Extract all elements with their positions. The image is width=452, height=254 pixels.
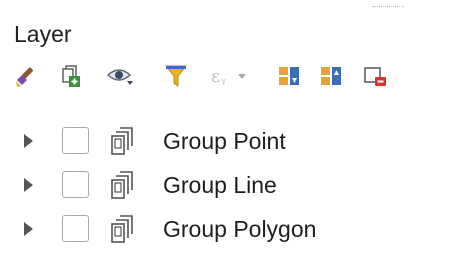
layer-group-icon [108,212,140,246]
expand-all-icon [276,63,302,89]
paintbrush-icon [13,63,39,89]
layer-visibility-checkbox[interactable] [62,127,89,154]
svg-text:ε: ε [211,66,220,87]
filter-legend-by-expression-button: ε Y [206,60,256,92]
expression-filter-dropdown-icon: ε Y [207,63,255,89]
tree-item-label: Group Polygon [163,216,317,242]
remove-layer-button[interactable] [359,60,391,92]
collapse-all-icon [318,63,344,89]
expand-all-button[interactable] [273,60,305,92]
open-layer-styling-button[interactable] [10,60,42,92]
layer-visibility-checkbox[interactable] [62,215,89,242]
expand-arrow-icon[interactable] [24,134,33,148]
tree-item-group-line[interactable]: Group Line [0,164,452,208]
svg-text:Y: Y [220,78,227,88]
tree-item-label: Group Line [163,172,277,198]
layer-group-icon [108,124,140,158]
tree-item-group-point[interactable]: Group Point [0,120,452,164]
layer-toolbar: ε Y [10,60,450,94]
layer-visibility-checkbox[interactable] [62,171,89,198]
add-group-button[interactable] [54,60,86,92]
tree-item-group-polygon[interactable]: Group Polygon [0,208,452,252]
collapse-all-button[interactable] [315,60,347,92]
filter-legend-button[interactable] [160,60,192,92]
panel-title: Layer [14,21,72,47]
tree-item-label: Group Point [163,128,286,154]
eye-dropdown-icon [105,63,145,89]
expand-arrow-icon[interactable] [24,178,33,192]
remove-layer-icon [362,63,388,89]
expand-arrow-icon[interactable] [24,222,33,236]
add-group-icon [57,63,83,89]
filter-icon [163,63,189,89]
panel-drag-handle[interactable] [372,6,404,11]
manage-map-themes-button[interactable] [104,60,146,92]
layer-group-icon [108,168,140,202]
